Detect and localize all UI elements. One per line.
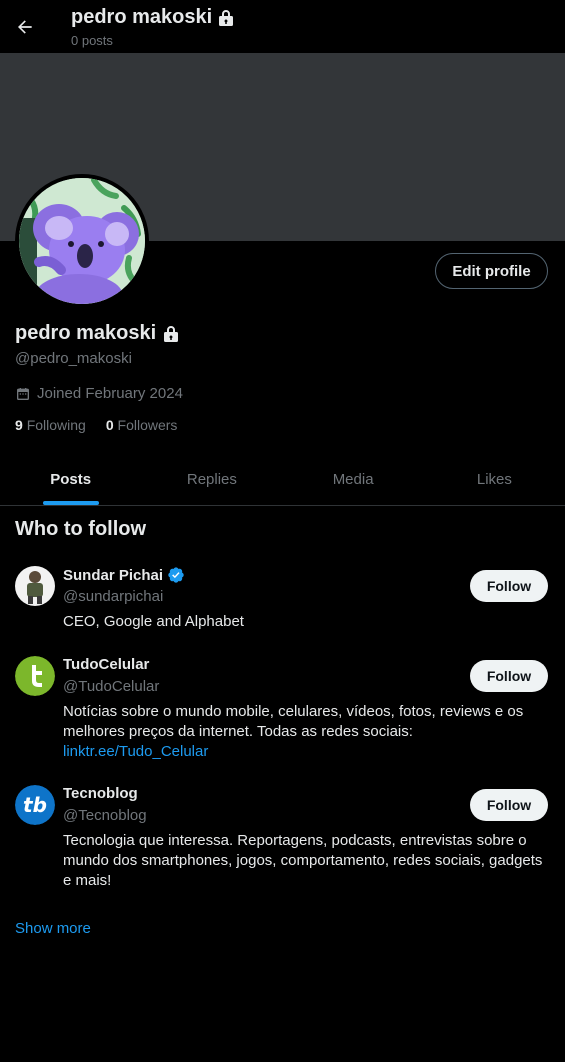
suggestion-handle: @sundarpichai (63, 588, 164, 605)
tab-label: Posts (50, 470, 92, 488)
back-button[interactable] (10, 12, 40, 42)
tab-label: Likes (476, 470, 512, 488)
suggestion-bio-block: Notícias sobre o mundo mobile, celulares… (63, 702, 548, 762)
suggestion-name-row: Tecnoblog (63, 785, 138, 802)
tudocelular-logo-image (15, 656, 55, 696)
header-title-row: pedro makoski (71, 6, 234, 29)
suggestion-name[interactable]: Sundar Pichai (63, 567, 163, 584)
suggestion-name-row: Sundar Pichai (63, 566, 185, 584)
tab-label: Media (332, 470, 374, 488)
arrow-left-icon (18, 20, 32, 34)
avatar[interactable] (15, 174, 149, 308)
suggestion-bio: Tecnologia que interessa. Reportagens, p… (63, 832, 543, 889)
post-count: 0 posts (71, 33, 113, 48)
active-tab-indicator (42, 501, 99, 505)
tab-likes[interactable]: Likes (424, 453, 565, 505)
suggestion-name[interactable]: TudoCelular (63, 656, 149, 673)
koala-avatar-image (19, 178, 145, 304)
person-avatar-image (15, 566, 55, 606)
header-title: pedro makoski (71, 6, 213, 28)
profile-name-row: pedro makoski (15, 322, 179, 345)
avatar[interactable] (15, 566, 55, 606)
tab-replies[interactable]: Replies (141, 453, 282, 505)
calendar-icon (17, 387, 29, 400)
profile-name: pedro makoski (15, 322, 157, 344)
avatar[interactable] (15, 656, 55, 696)
lock-icon (164, 325, 179, 342)
joined-text: Joined February 2024 (37, 385, 183, 402)
top-header: pedro makoski 0 posts (0, 0, 565, 53)
suggestion-name[interactable]: Tecnoblog (63, 785, 138, 802)
followers-label: Followers (117, 417, 178, 433)
lock-icon (219, 9, 234, 26)
svg-text:tb: tb (23, 793, 47, 817)
follow-stats: 9 Following 0 Followers (15, 417, 177, 433)
followers-count: 0 (105, 417, 114, 433)
verified-badge-icon (168, 567, 184, 583)
following-link[interactable]: 9 Following (15, 417, 86, 433)
suggestion-handle: @TudoCelular (63, 678, 160, 695)
who-to-follow-title: Who to follow (15, 518, 147, 540)
tab-label: Replies (186, 470, 237, 488)
edit-profile-button[interactable]: Edit profile (435, 253, 548, 289)
following-label: Following (26, 417, 86, 433)
suggestion-name-row: TudoCelular (63, 656, 149, 673)
following-count: 9 (15, 417, 23, 433)
followers-link[interactable]: 0 Followers (106, 417, 178, 433)
profile-tabs: Posts Replies Media Likes (0, 453, 565, 506)
suggestion-handle: @Tecnoblog (63, 807, 147, 824)
tecnoblog-logo-image: tb (15, 785, 55, 825)
follow-button[interactable]: Follow (470, 789, 548, 821)
follow-button[interactable]: Follow (470, 660, 548, 692)
show-more-link[interactable]: Show more (15, 920, 91, 937)
follow-button[interactable]: Follow (470, 570, 548, 602)
tab-media[interactable]: Media (283, 453, 424, 505)
suggestion-bio: Notícias sobre o mundo mobile, celulares… (63, 703, 524, 740)
avatar[interactable]: tb (15, 785, 55, 825)
joined-date: Joined February 2024 (15, 385, 183, 402)
bio-link[interactable]: linktr.ee/Tudo_Celular (63, 743, 208, 760)
suggestion-bio: CEO, Google and Alphabet (63, 613, 244, 630)
profile-handle: @pedro_makoski (15, 350, 132, 367)
tab-posts[interactable]: Posts (0, 453, 141, 505)
